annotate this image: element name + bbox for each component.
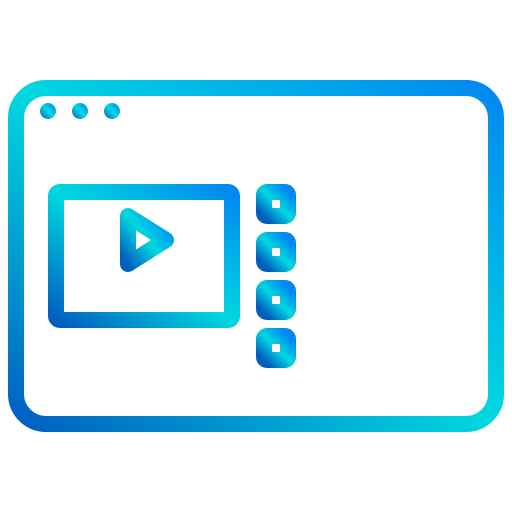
playlist-checkbox-icon (256, 232, 296, 272)
window-dot-icon (72, 103, 88, 119)
playlist-checkbox-icon (256, 184, 296, 224)
playlist-item-3 (256, 280, 464, 320)
playlist-item-1 (256, 184, 464, 224)
playlist-item-2 (256, 232, 464, 272)
window-dot-icon (40, 103, 56, 119)
playlist-item-4 (256, 328, 464, 368)
playlist (256, 184, 464, 368)
playlist-checkbox-icon (256, 328, 296, 368)
video-playlist-browser-icon (8, 80, 504, 432)
playlist-checkbox-icon (256, 280, 296, 320)
play-icon (120, 208, 174, 272)
window-dot-icon (104, 103, 120, 119)
